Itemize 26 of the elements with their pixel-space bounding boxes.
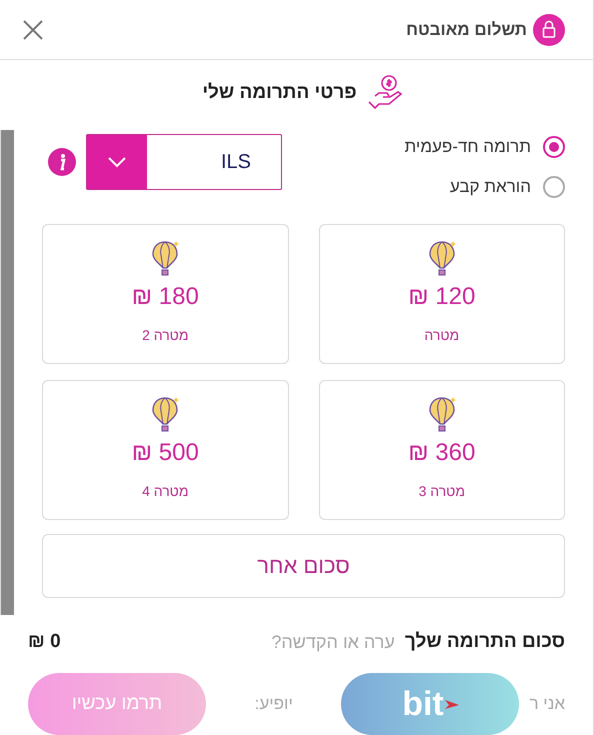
currency-select[interactable]: ILS [86, 134, 282, 190]
amount-text: 360 ₪ [408, 439, 476, 467]
lock-icon [533, 14, 565, 46]
section-title: פרטי התרומה שלי [202, 82, 357, 104]
other-amount-button[interactable]: סכום אחר [42, 534, 565, 598]
chevron-down-icon [107, 156, 127, 168]
amount-text: 500 ₪ [132, 439, 199, 467]
faded-text: יופיע: [254, 694, 293, 714]
arrow-icon [444, 698, 459, 710]
frequency-radio[interactable]: הוראת קבע [404, 176, 565, 198]
scrollbar[interactable] [0, 130, 14, 615]
faded-text: ערה או הקדשה? [270, 632, 396, 652]
amount-caption: מטרה 3 [418, 483, 465, 499]
total-label: סכום התרומה שלך [404, 631, 565, 653]
amount-caption: מטרה 2 [142, 327, 188, 343]
amount-text: 180 ₪ [132, 283, 199, 311]
hand-coin-icon [366, 74, 405, 112]
total-amount: 0 ₪ [28, 631, 61, 653]
amount-text: 120 ₪ [408, 283, 476, 311]
header-title: תשלום מאובטח [406, 20, 527, 40]
amount-caption: מטרה 4 [142, 483, 188, 499]
faded-text: אני ר [529, 694, 565, 714]
info-icon[interactable] [48, 148, 76, 176]
frequency-radio[interactable]: תרומה חד-פעמית [404, 136, 565, 158]
amount-caption: מטרה [424, 327, 460, 343]
close-icon[interactable] [22, 18, 44, 40]
